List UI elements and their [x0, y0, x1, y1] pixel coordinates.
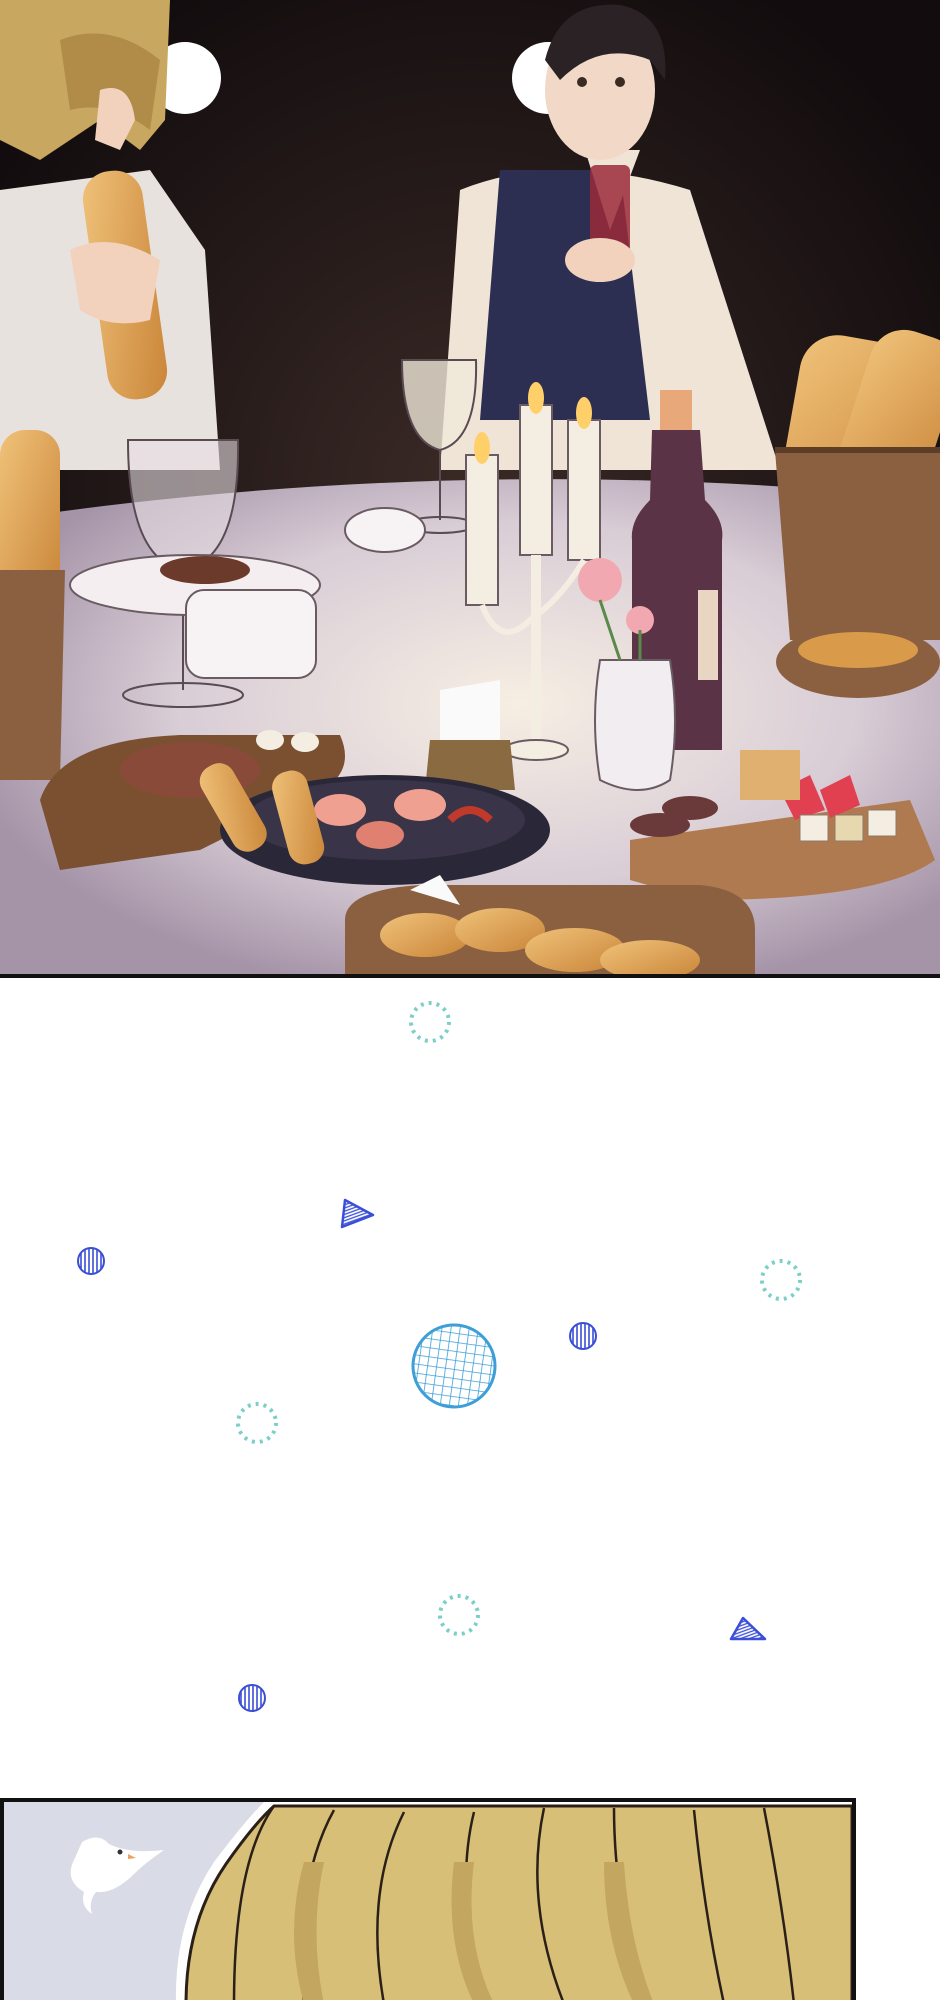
candle-flame-3	[576, 397, 592, 429]
sparkle-ring-icon	[236, 1402, 278, 1444]
teacup	[344, 507, 426, 553]
hatched-circle-icon	[77, 1247, 105, 1275]
triangle-icon	[729, 1616, 767, 1641]
net-ball-icon	[411, 1323, 497, 1409]
sparkle-transition-panel	[0, 978, 940, 1798]
hatched-circle-icon	[238, 1684, 266, 1712]
candle-flame-2	[528, 382, 544, 414]
bread-basket-front	[345, 875, 755, 974]
dinner-table-panel	[0, 0, 940, 978]
sparkle-decorations	[77, 1001, 802, 1712]
hair-closeup-illustration	[4, 1802, 852, 2000]
hatched-circle-icon	[569, 1322, 597, 1350]
candle-flame-1	[474, 432, 490, 464]
gravy-bowl	[185, 589, 317, 679]
bread-basket-left	[0, 430, 65, 780]
sparkle-ring-icon	[409, 1001, 451, 1043]
blonde-hair	[184, 1804, 852, 2000]
bread-basket-right	[775, 329, 940, 640]
sparkle-ring-icon	[438, 1594, 480, 1636]
sparkle-ring-icon	[760, 1259, 802, 1301]
triangle-icon	[340, 1198, 375, 1229]
bread-basket-back-right	[776, 626, 940, 698]
blonde-hair-closeup-panel	[0, 1798, 856, 2000]
dinner-scene-illustration	[0, 0, 940, 974]
